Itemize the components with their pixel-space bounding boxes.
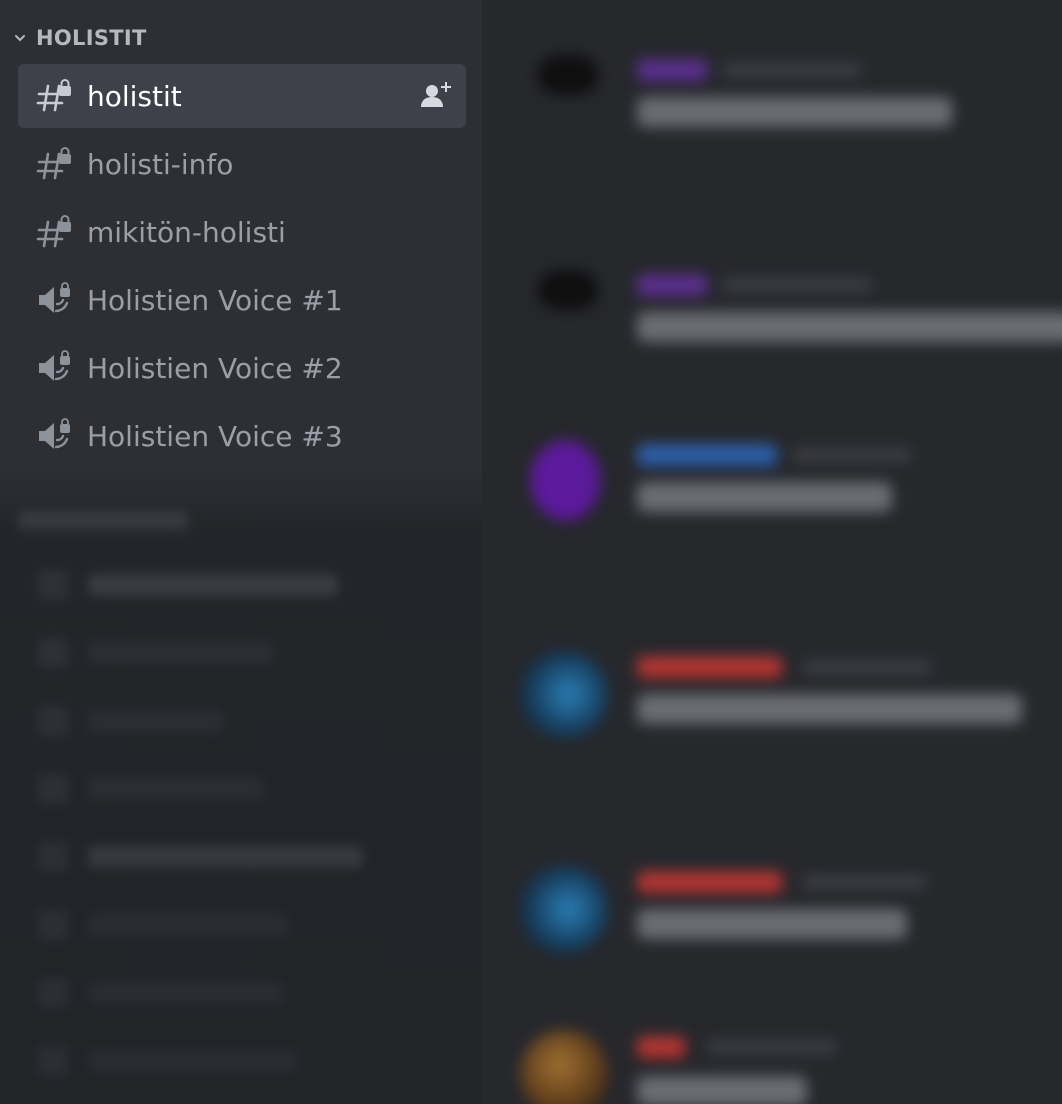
blurred-message-text — [637, 1076, 807, 1104]
channel-item-holistit[interactable]: holistit — [18, 64, 466, 128]
channel-label: holistit — [87, 79, 182, 113]
blurred-channel-row — [38, 842, 363, 872]
blurred-message-text — [637, 312, 1062, 342]
avatar — [538, 270, 598, 310]
channel-sidebar: HOLISTIT holistit holisti-info mikitön-h… — [0, 0, 482, 1104]
blurred-timestamp — [722, 278, 872, 292]
blurred-username — [637, 871, 782, 893]
category-label: HOLISTIT — [36, 26, 147, 50]
channel-item-voice-3[interactable]: Holistien Voice #3 — [18, 404, 466, 468]
blurred-channel-list — [0, 500, 482, 1104]
speaker-lock-icon — [39, 282, 70, 313]
blurred-channel-row — [38, 774, 263, 804]
blurred-message-text — [637, 97, 952, 127]
blurred-channel-row — [38, 570, 338, 600]
avatar — [520, 650, 608, 738]
blurred-timestamp — [792, 448, 912, 462]
channel-label: Holistien Voice #2 — [87, 351, 343, 385]
channel-item-holisti-info[interactable]: holisti-info — [18, 132, 466, 196]
blurred-category-header — [18, 512, 188, 532]
blurred-username — [637, 274, 707, 296]
blurred-channel-row — [38, 978, 283, 1008]
blurred-message-text — [637, 482, 892, 512]
hashtag-lock-icon — [36, 79, 71, 112]
blurred-channel-row — [38, 706, 223, 736]
add-member-icon[interactable] — [418, 80, 452, 110]
channel-item-voice-1[interactable]: Holistien Voice #1 — [18, 268, 466, 332]
avatar — [520, 1030, 608, 1104]
avatar — [530, 440, 600, 520]
blurred-timestamp — [707, 1040, 837, 1054]
blurred-channel-row — [38, 638, 273, 668]
channel-item-mikiton-holisti[interactable]: mikitön-holisti — [18, 200, 466, 264]
channel-label: Holistien Voice #1 — [87, 283, 343, 317]
avatar — [520, 865, 608, 953]
blurred-channel-row — [38, 910, 288, 940]
blurred-timestamp — [802, 660, 932, 674]
hashtag-lock-icon — [36, 147, 71, 180]
category-header[interactable]: HOLISTIT — [12, 24, 147, 52]
channel-label: mikitön-holisti — [87, 215, 286, 249]
blurred-username — [637, 1036, 685, 1058]
chevron-down-icon — [15, 35, 25, 42]
speaker-lock-icon — [39, 418, 70, 449]
channel-label: Holistien Voice #3 — [87, 419, 343, 453]
blurred-message-text — [637, 694, 1022, 724]
message-pane — [482, 0, 1062, 1104]
blurred-username — [637, 656, 782, 678]
avatar — [538, 55, 598, 95]
speaker-lock-icon — [39, 350, 70, 381]
channel-item-voice-2[interactable]: Holistien Voice #2 — [18, 336, 466, 400]
blurred-channel-row — [38, 1046, 298, 1076]
hashtag-lock-icon — [36, 215, 71, 248]
blurred-username — [637, 59, 707, 81]
channel-label: holisti-info — [87, 147, 234, 181]
blurred-username — [637, 444, 777, 466]
blurred-timestamp — [722, 63, 862, 77]
blurred-timestamp — [802, 875, 927, 889]
blurred-message-text — [637, 909, 907, 939]
